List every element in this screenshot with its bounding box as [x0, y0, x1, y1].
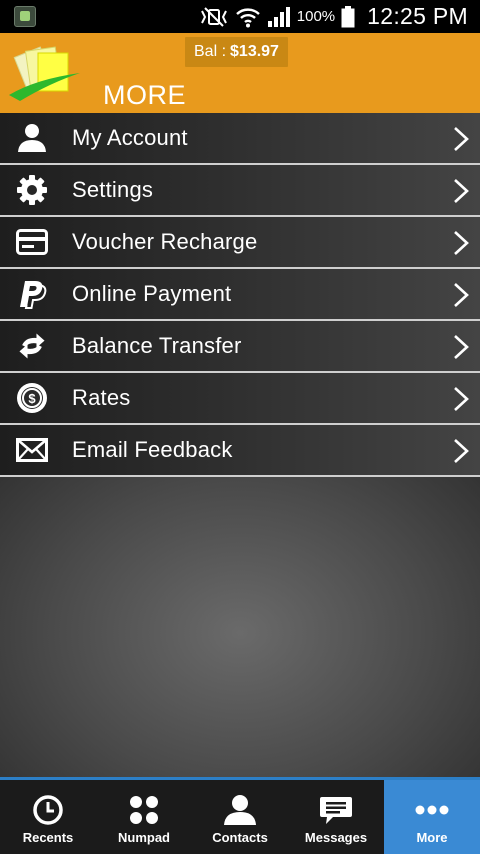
wifi-icon: [235, 7, 260, 27]
chevron-right-icon: [454, 231, 469, 255]
contact-icon: [224, 795, 256, 825]
user-icon: [15, 123, 49, 153]
dollar-badge-icon: $: [15, 383, 49, 413]
menu-item-online-payment[interactable]: Online Payment: [0, 269, 480, 321]
battery-percent: 100%: [296, 8, 336, 25]
chevron-right-icon: [454, 387, 469, 411]
mute-vibrate-icon: [200, 6, 227, 27]
message-icon: [320, 797, 352, 824]
nav-label: Messages: [304, 830, 368, 845]
menu-item-label: Settings: [72, 177, 154, 202]
menu-item-settings[interactable]: Settings: [0, 165, 480, 217]
app-logo-icon: [9, 46, 80, 101]
nav-tab-contacts[interactable]: Contacts: [192, 780, 288, 854]
signal-icon: [267, 6, 290, 27]
menu-item-label: Voucher Recharge: [72, 229, 258, 254]
nav-tab-numpad[interactable]: Numpad: [96, 780, 192, 854]
more-dots-icon: [415, 805, 449, 815]
app-notification-icon: [14, 6, 36, 27]
chevron-right-icon: [454, 283, 469, 307]
menu-item-label: My Account: [72, 125, 188, 150]
bottom-nav: Recents Numpad Contacts Messages More: [0, 777, 480, 854]
menu-item-balance-transfer[interactable]: Balance Transfer: [0, 321, 480, 373]
envelope-icon: [15, 435, 49, 465]
nav-label: Recents: [22, 830, 74, 845]
menu-item-label: Online Payment: [72, 281, 232, 306]
nav-label: Contacts: [212, 830, 268, 845]
menu-item-voucher-recharge[interactable]: Voucher Recharge: [0, 217, 480, 269]
nav-tab-more[interactable]: More: [384, 780, 480, 854]
menu-item-label: Email Feedback: [72, 437, 233, 462]
chevron-right-icon: [454, 439, 469, 463]
status-bar: 100% 12:25 PM: [0, 0, 480, 33]
content-area: My Account Settings Voucher Recharge Onl…: [0, 113, 480, 777]
menu-item-label: Rates: [72, 385, 131, 410]
battery-icon: [341, 5, 355, 27]
balance-value: $13.97: [230, 43, 279, 60]
transfer-arrows-icon: [15, 331, 49, 361]
chevron-right-icon: [454, 127, 469, 151]
gear-icon: [15, 175, 49, 205]
menu-item-email-feedback[interactable]: Email Feedback: [0, 425, 480, 477]
paypal-icon: [15, 279, 49, 309]
nav-tab-messages[interactable]: Messages: [288, 780, 384, 854]
balance-label: Bal :: [194, 43, 227, 60]
chevron-right-icon: [454, 335, 469, 359]
card-icon: [15, 227, 49, 257]
menu-item-my-account[interactable]: My Account: [0, 113, 480, 165]
page-title: MORE: [103, 80, 186, 110]
app-header: Bal : $13.97 MORE: [0, 33, 480, 113]
nav-label: Numpad: [118, 830, 170, 845]
balance-indicator: Bal : $13.97: [185, 37, 288, 67]
chevron-right-icon: [454, 179, 469, 203]
numpad-icon: [130, 796, 158, 824]
clock-icon: [33, 795, 63, 825]
nav-tab-recents[interactable]: Recents: [0, 780, 96, 854]
status-icons: 100% 12:25 PM: [199, 0, 468, 33]
menu-item-rates[interactable]: $ Rates: [0, 373, 480, 425]
menu-item-label: Balance Transfer: [72, 333, 242, 358]
svg-text:$: $: [28, 391, 36, 406]
status-clock: 12:25 PM: [367, 3, 468, 29]
menu-list: My Account Settings Voucher Recharge Onl…: [0, 113, 480, 477]
nav-label: More: [416, 830, 448, 845]
